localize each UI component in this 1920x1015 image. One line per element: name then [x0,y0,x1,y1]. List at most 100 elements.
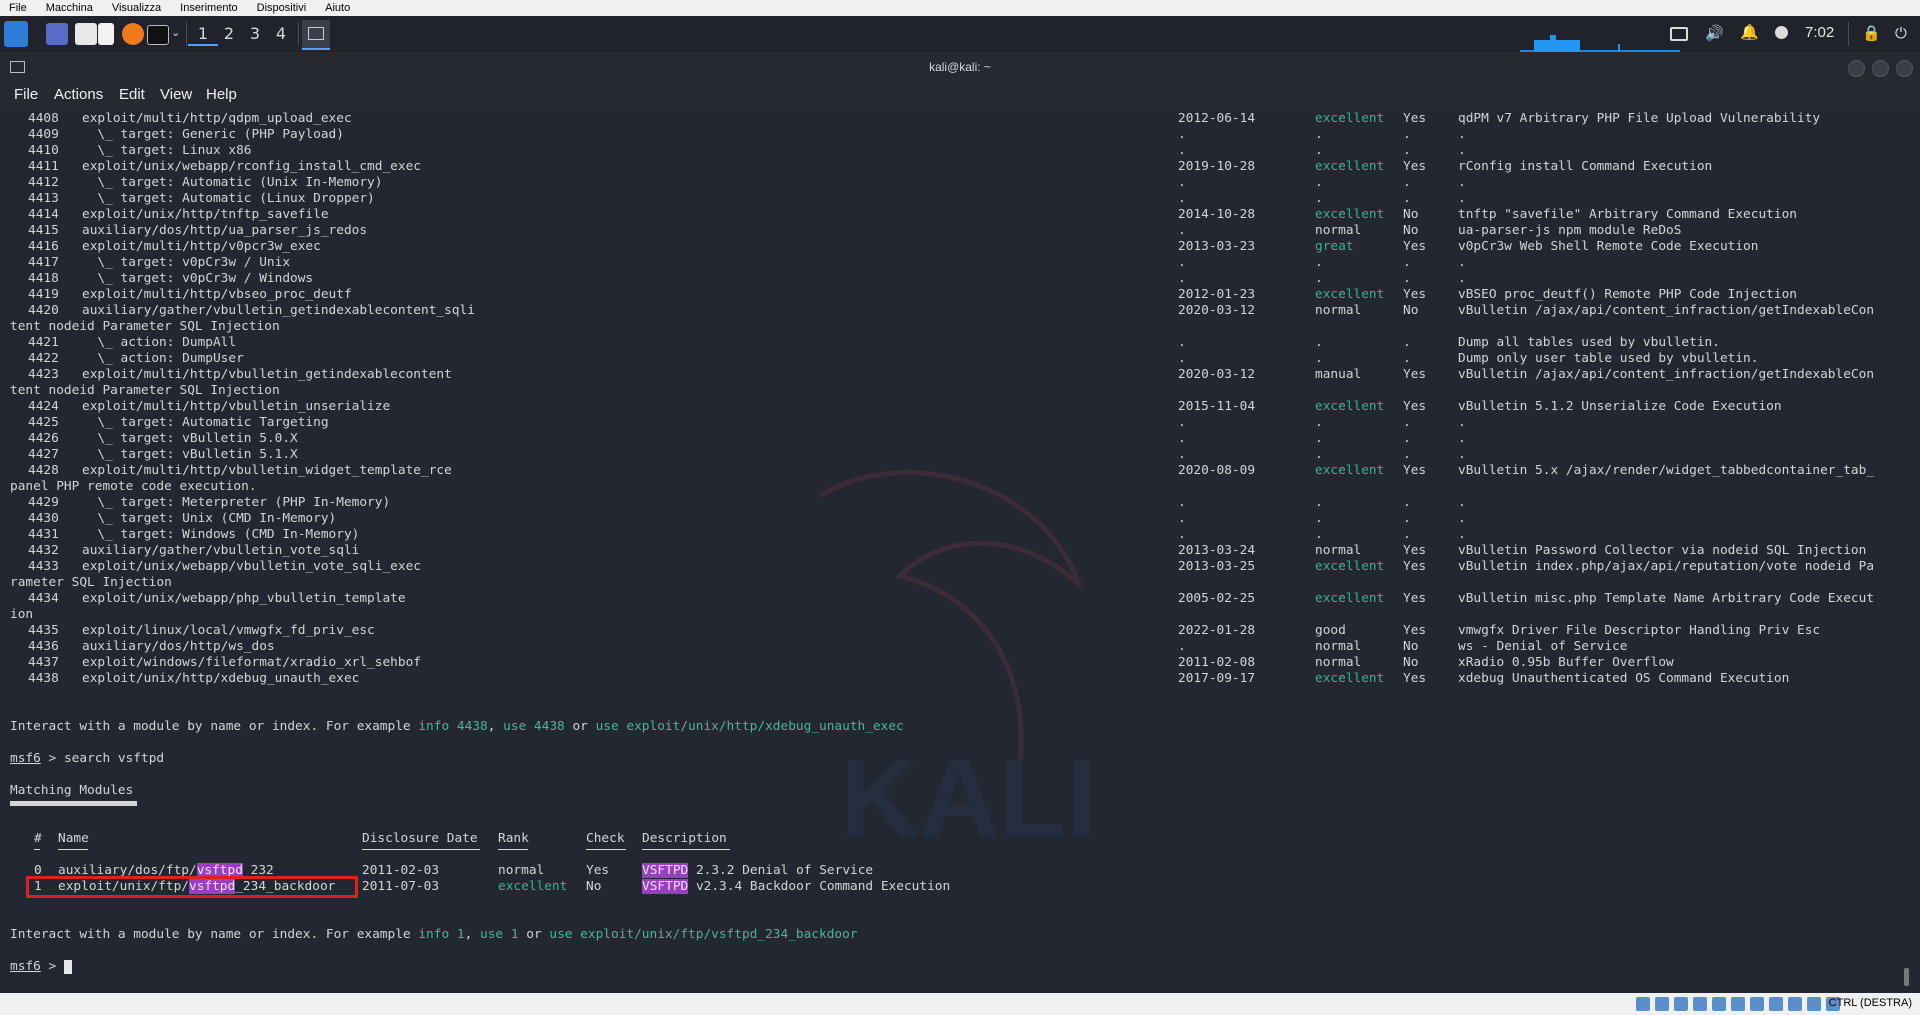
row-date: 2013-03-25 [1178,559,1256,574]
desktop-icon[interactable] [46,23,68,45]
row-index: 4437 [28,655,59,670]
vbox-menu-item[interactable]: Inserimento [171,2,247,14]
module-row[interactable]: 4408 exploit/multi/http/qdpm_upload_exec 2… [0,111,1920,127]
row-check: . [1403,351,1411,366]
terminal-launcher-icon[interactable] [147,25,169,45]
close-button[interactable] [1896,60,1913,77]
module-row[interactable]: 4436 auxiliary/dos/http/ws_dos. normal No ws… [0,639,1920,655]
module-row[interactable]: 4438 exploit/unix/http/xdebug_unauth_exec… [0,671,1920,687]
hdd-icon[interactable] [1636,997,1650,1011]
module-row[interactable]: 4429 \_ target: Meterpreter (PHP In-Memo… [0,495,1920,511]
hint-use-index[interactable]: use 1 [480,927,519,942]
vbox-menu-item[interactable]: Macchina [37,2,103,14]
row-name: exploit/multi/http/vbseo_proc_deutf [82,287,352,302]
vbox-menu-item[interactable]: File [0,2,37,14]
module-row[interactable]: 4409 \_ target: Generic (PHP Payload)...… [0,127,1920,143]
usb-icon[interactable] [1712,997,1726,1011]
module-row[interactable]: 4412 \_ target: Automatic (Unix In-Memor… [0,175,1920,191]
hint-info-cmd[interactable]: info 4438 [418,719,487,734]
menu-view[interactable]: View [160,86,192,103]
row-index: 4438 [28,671,59,686]
vbox-menu-item[interactable]: Aiuto [316,2,360,14]
hint-info-cmd[interactable]: info 1 [418,927,464,942]
kali-menu-icon[interactable] [4,21,28,47]
hint-use-path[interactable]: use exploit/unix/http/xdebug_unauth_exec [596,719,904,734]
row-description: vBulletin /ajax/api/content_infraction/g… [1458,303,1875,318]
recording-icon[interactable] [1769,997,1783,1011]
module-row[interactable]: 4415 auxiliary/dos/http/ua_parser_js_redo… [0,223,1920,239]
network-icon[interactable] [1693,997,1707,1011]
clock[interactable]: 7:02 [1805,24,1834,41]
optical-drive-icon[interactable] [1655,997,1669,1011]
module-row[interactable]: 4424 exploit/multi/http/vbulletin_unseria… [0,399,1920,415]
vbox-menu-item[interactable]: Visualizza [103,2,171,14]
module-row[interactable]: 4423 exploit/multi/http/vbulletin_getinde… [0,367,1920,383]
module-row[interactable]: 4432 auxiliary/gather/vbulletin_vote_sqli… [0,543,1920,559]
menu-edit[interactable]: Edit [119,86,145,103]
terminal-output[interactable]: KALI 4408 exploit/multi/http/qdpm_upload_… [0,106,1920,993]
module-row[interactable]: 4437 exploit/windows/fileformat/xradio_xr… [0,655,1920,671]
cpu-icon[interactable] [1788,997,1802,1011]
display-icon[interactable] [1750,997,1764,1011]
menu-actions[interactable]: Actions [54,86,103,103]
mouse-integration-icon[interactable] [1807,997,1821,1011]
minimize-button[interactable] [1848,60,1865,77]
module-row[interactable]: 4411 exploit/unix/webapp/rconfig_install_… [0,159,1920,175]
row-description: vBulletin Password Collector via nodeid … [1458,543,1867,558]
window-titlebar[interactable]: kali@kali: ~ [0,52,1920,82]
module-row[interactable]: 4434 exploit/unix/webapp/php_vbulletin_te… [0,591,1920,607]
volume-icon[interactable]: 🔊 [1705,24,1724,42]
module-row[interactable]: 4428 exploit/multi/http/vbulletin_widget_… [0,463,1920,479]
cursor[interactable] [63,959,72,974]
module-row[interactable]: 4435 exploit/linux/local/vmwgfx_fd_priv_e… [0,623,1920,639]
module-row[interactable]: 4427 \_ target: vBulletin 5.1.X.... [0,447,1920,463]
module-row[interactable]: 4426 \_ target: vBulletin 5.0.X.... [0,431,1920,447]
logout-icon[interactable]: ⏻ [1895,24,1907,42]
hint-use-index[interactable]: use 4438 [503,719,565,734]
hint-use-path[interactable]: use exploit/unix/ftp/vsftpd_234_backdoor [549,927,857,942]
terminal-task-button[interactable] [302,20,330,50]
workspace-4[interactable]: 4 [266,24,296,44]
module-row[interactable]: 4425 \_ target: Automatic Targeting.... [0,415,1920,431]
row-index: 4425 [28,415,59,430]
firefox-icon[interactable] [122,23,144,45]
module-row[interactable]: 4416 exploit/multi/http/v0pcr3w_exec 2013-… [0,239,1920,255]
power-manager-icon[interactable] [1775,26,1788,39]
row-index: 4432 [28,543,59,558]
display-icon[interactable] [1670,27,1688,41]
text-editor-icon[interactable] [98,23,114,45]
row-rank: . [1315,255,1323,270]
module-row[interactable]: 4410 \_ target: Linux x86.... [0,143,1920,159]
vbox-menu-item[interactable]: Dispositivi [248,2,317,14]
module-row[interactable]: 4413 \_ target: Automatic (Linux Dropper… [0,191,1920,207]
row-name: \_ target: Unix (CMD In-Memory) [82,511,337,526]
module-row[interactable]: 4422 \_ action: DumpUser... Dump only use… [0,351,1920,367]
module-row[interactable]: 4419 exploit/multi/http/vbseo_proc_deutf 2… [0,287,1920,303]
row-check: . [1403,143,1411,158]
command-line[interactable]: msf6 > search vsftpd [10,751,164,767]
lock-icon[interactable]: 🔒 [1862,24,1881,42]
module-row[interactable]: 4433 exploit/unix/webapp/vbulletin_vote_s… [0,559,1920,575]
module-row[interactable]: 4414 exploit/unix/http/tnftp_savefile 2014… [0,207,1920,223]
row-index: 4429 [28,495,59,510]
chevron-down-icon[interactable]: ⌄ [171,26,180,39]
scrollbar-thumb[interactable] [1904,968,1909,986]
command-line[interactable]: msf6 > [10,959,72,975]
menu-help[interactable]: Help [206,86,237,103]
file-manager-icon[interactable] [75,23,97,45]
row-date: 2020-03-12 [1178,367,1256,382]
menu-file[interactable]: File [14,86,38,103]
module-row[interactable]: 4417 \_ target: v0pCr3w / Unix.... [0,255,1920,271]
module-row[interactable]: 4421 \_ action: DumpAll... Dump all table… [0,335,1920,351]
module-row[interactable]: 4418 \_ target: v0pCr3w / Windows.... [0,271,1920,287]
row-rank: . [1315,175,1323,190]
module-row[interactable]: 4431 \_ target: Windows (CMD In-Memory).… [0,527,1920,543]
row-index: 4412 [28,175,59,190]
notifications-icon[interactable]: 🔔 [1740,23,1759,41]
row-name: exploit/unix/webapp/rconfig_install_cmd_… [82,159,421,174]
module-row[interactable]: 4420 auxiliary/gather/vbulletin_getindexa… [0,303,1920,319]
module-row[interactable]: 4430 \_ target: Unix (CMD In-Memory).... [0,511,1920,527]
maximize-button[interactable] [1872,60,1889,77]
shared-folders-icon[interactable] [1731,997,1745,1011]
audio-icon[interactable] [1674,997,1688,1011]
